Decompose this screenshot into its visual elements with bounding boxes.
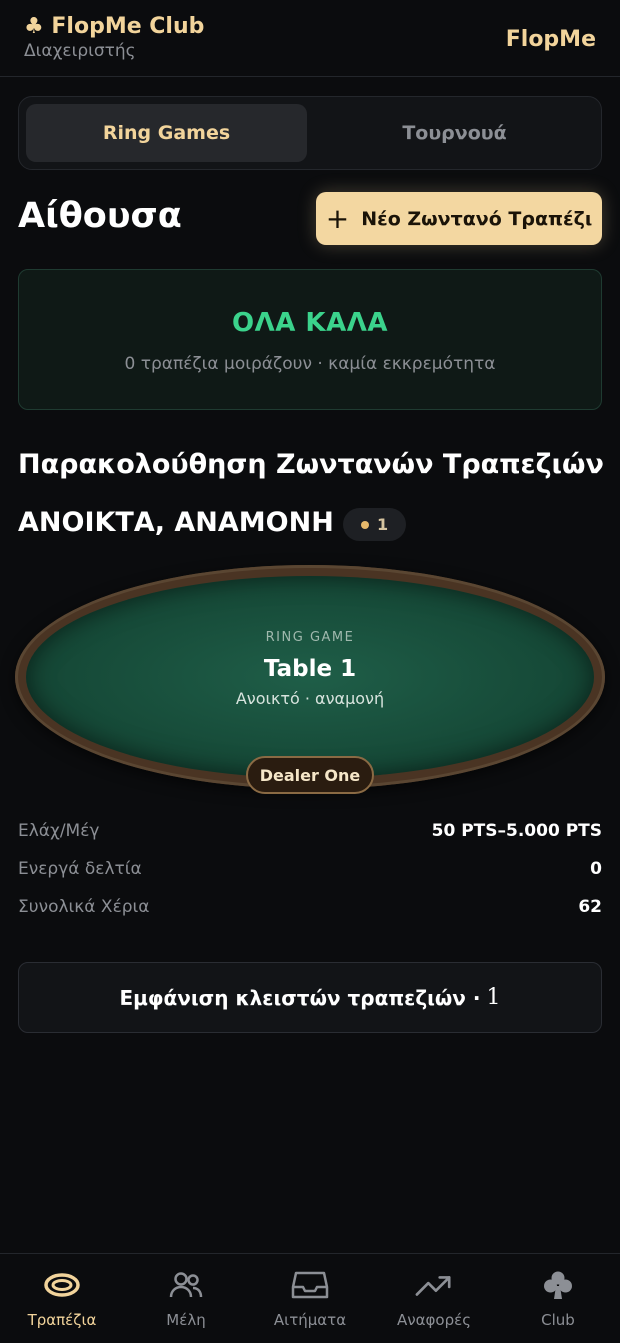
game-type-toggle: Ring Games Τουρνουά: [18, 96, 602, 170]
stat-row-stakes: Ελάχ/Μέγ 50 PTS–5.000 PTS: [18, 821, 602, 845]
status-headline: ΟΛΑ ΚΑΛΑ: [232, 308, 388, 338]
trend-icon: [415, 1268, 453, 1302]
table-name: Table 1: [263, 656, 357, 682]
club-icon: [539, 1268, 577, 1302]
show-closed-label: Εμφάνιση κλειστών τραπεζιών ·: [119, 985, 481, 1010]
app-header: ♣ FlopMe Club Διαχειριστής FlopMe: [0, 0, 620, 77]
nav-club[interactable]: Club: [496, 1254, 620, 1343]
club-name[interactable]: ♣ FlopMe Club: [24, 14, 204, 39]
bottom-nav: Τραπέζια Μέλη Αιτήματα Αναφορές Club: [0, 1253, 620, 1342]
nav-requests[interactable]: Αιτήματα: [248, 1254, 372, 1343]
dealer-badge[interactable]: Dealer One: [246, 756, 374, 794]
nav-members[interactable]: Μέλη: [124, 1254, 248, 1343]
brand-logo[interactable]: FlopMe: [506, 27, 596, 52]
nav-label: Τραπέζια: [27, 1311, 97, 1329]
nav-label: Αιτήματα: [273, 1311, 347, 1329]
nav-label: Club: [541, 1311, 575, 1329]
live-monitor-heading: Παρακολούθηση Ζωντανών Τραπεζιών: [18, 449, 604, 480]
stat-row-total-hands: Συνολικά Χέρια 62: [18, 897, 602, 921]
show-closed-tables-button[interactable]: Εμφάνιση κλειστών τραπεζιών · 1: [18, 962, 602, 1033]
open-waiting-heading: ΑΝΟΙΚΤΑ, ΑΝΑΜΟΝΗ: [18, 507, 334, 538]
table-icon: [43, 1268, 81, 1302]
stat-label: Ελάχ/Μέγ: [18, 821, 100, 841]
inbox-icon: [291, 1268, 329, 1302]
tab-tournaments[interactable]: Τουρνουά: [314, 104, 595, 162]
plus-icon: +: [325, 201, 350, 235]
stat-value: 50 PTS–5.000 PTS: [431, 821, 602, 841]
user-role: Διαχειριστής: [24, 41, 136, 61]
tab-ring-games[interactable]: Ring Games: [26, 104, 307, 162]
page-title: Αίθουσα: [18, 196, 182, 236]
table-status: Ανοικτό · αναμονή: [235, 689, 385, 708]
stat-value: 62: [578, 897, 602, 917]
count-badge: 1: [343, 508, 407, 541]
nav-label: Μέλη: [166, 1311, 206, 1329]
nav-tables[interactable]: Τραπέζια: [0, 1254, 124, 1343]
nav-label: Αναφορές: [396, 1311, 472, 1329]
new-live-table-button[interactable]: + Νέο Ζωντανό Τραπέζι: [316, 192, 602, 245]
status-detail: 0 τραπέζια μοιράζουν · καμία εκκρεμότητα: [124, 354, 496, 374]
table-game-type: RING GAME: [265, 630, 355, 645]
status-card: ΟΛΑ ΚΑΛΑ 0 τραπέζια μοιράζουν · καμία εκ…: [18, 269, 602, 410]
new-live-table-label: Νέο Ζωντανό Τραπέζι: [361, 207, 593, 230]
closed-count: 1: [486, 985, 501, 1010]
nav-reports[interactable]: Αναφορές: [372, 1254, 496, 1343]
stat-row-active-tickets: Ενεργά δελτία 0: [18, 859, 602, 883]
stat-label: Ενεργά δελτία: [18, 859, 142, 879]
status-dot-icon: [361, 520, 369, 529]
members-icon: [167, 1268, 205, 1302]
stat-value: 0: [590, 859, 602, 879]
stat-label: Συνολικά Χέρια: [18, 897, 150, 917]
count-value: 1: [377, 515, 389, 534]
